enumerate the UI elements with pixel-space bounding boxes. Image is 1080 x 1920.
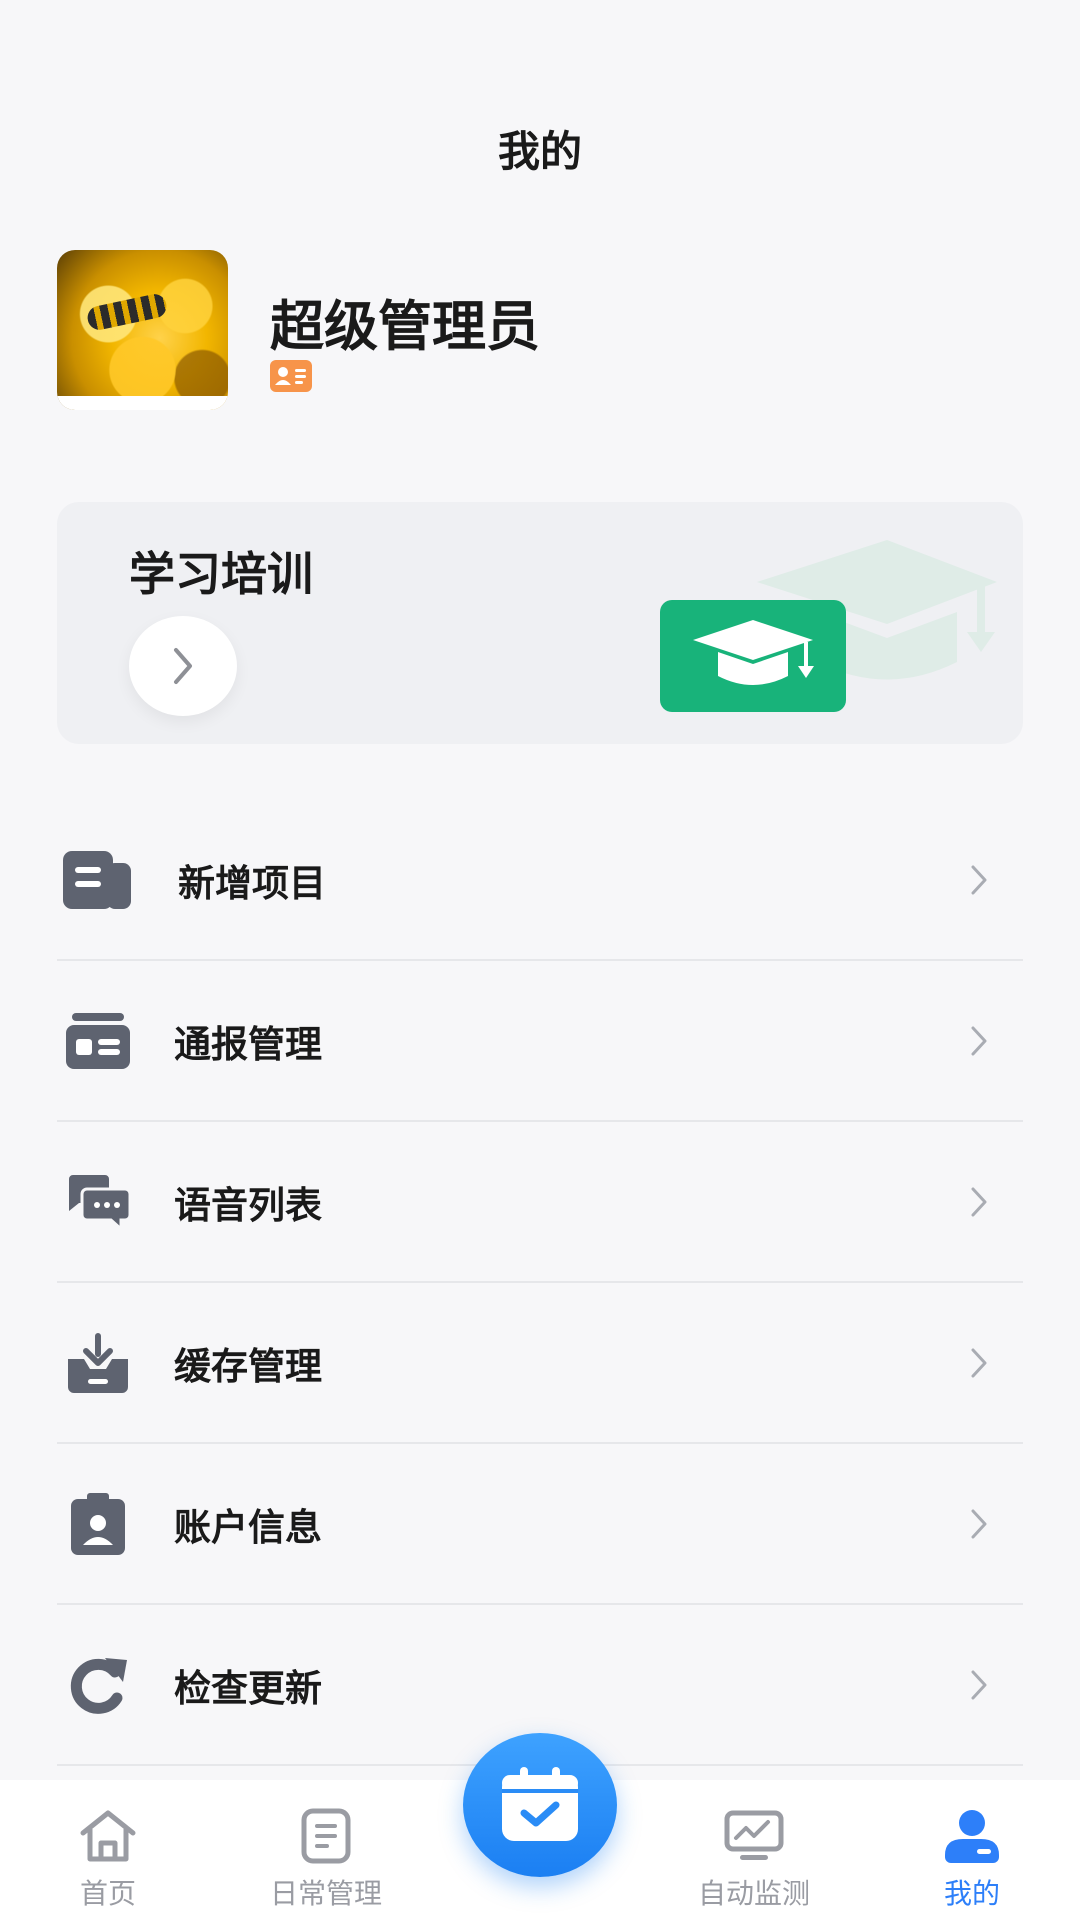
tab-home[interactable]: 首页 [48,1780,168,1920]
chat-bubbles-icon [63,1167,133,1237]
id-card-icon [270,360,312,392]
tab-mine[interactable]: 我的 [912,1780,1032,1920]
menu-item-voice-list[interactable]: 语音列表 [57,1122,1023,1283]
chevron-right-icon [971,1026,987,1055]
menu-item-label: 通报管理 [174,1022,322,1066]
page-title: 我的 [497,127,582,176]
menu-item-report-management[interactable]: 通报管理 [57,961,1023,1122]
training-enter-button[interactable] [129,616,237,716]
tab-label: 我的 [943,1877,1000,1910]
avatar-caption-strip [57,396,228,410]
project-icon [63,845,133,915]
menu-item-label: 检查更新 [174,1666,322,1710]
tab-auto-monitoring[interactable]: 自动监测 [684,1780,824,1920]
menu-list: 新增项目 通报管理 语音列表 缓存管理 账户信息 检查更新 [57,800,1023,1766]
home-icon [78,1808,138,1864]
tab-label: 自动监测 [697,1877,810,1910]
chevron-right-icon [971,1187,987,1216]
user-icon [942,1808,1002,1864]
menu-item-new-project[interactable]: 新增项目 [57,800,1023,961]
monitor-icon [724,1808,784,1864]
report-card-icon [63,1006,133,1076]
menu-item-cache-management[interactable]: 缓存管理 [57,1283,1023,1444]
download-tray-icon [63,1328,133,1398]
menu-item-label: 账户信息 [174,1505,322,1549]
chevron-right-icon [971,865,987,894]
calendar-check-button[interactable] [463,1733,617,1877]
menu-item-label: 语音列表 [174,1183,322,1227]
chevron-right-icon [971,1348,987,1377]
chevron-right-icon [971,1670,987,1699]
menu-item-label: 新增项目 [178,861,326,905]
calendar-check-icon [502,1767,578,1841]
account-badge-icon [63,1489,133,1559]
tab-label: 首页 [79,1877,136,1910]
tab-label: 日常管理 [269,1877,382,1910]
chevron-right-icon [174,648,192,684]
avatar-photo [57,250,228,410]
refresh-icon [63,1650,133,1720]
avatar[interactable] [57,250,228,410]
user-name: 超级管理员 [270,295,540,358]
tab-daily-management[interactable]: 日常管理 [256,1780,396,1920]
training-card[interactable]: 学习培训 [57,502,1023,744]
training-title: 学习培训 [129,547,313,601]
menu-item-label: 缓存管理 [174,1344,322,1388]
document-icon [296,1808,356,1864]
graduation-cap-icon [660,600,846,712]
chevron-right-icon [971,1509,987,1538]
menu-item-account-info[interactable]: 账户信息 [57,1444,1023,1605]
